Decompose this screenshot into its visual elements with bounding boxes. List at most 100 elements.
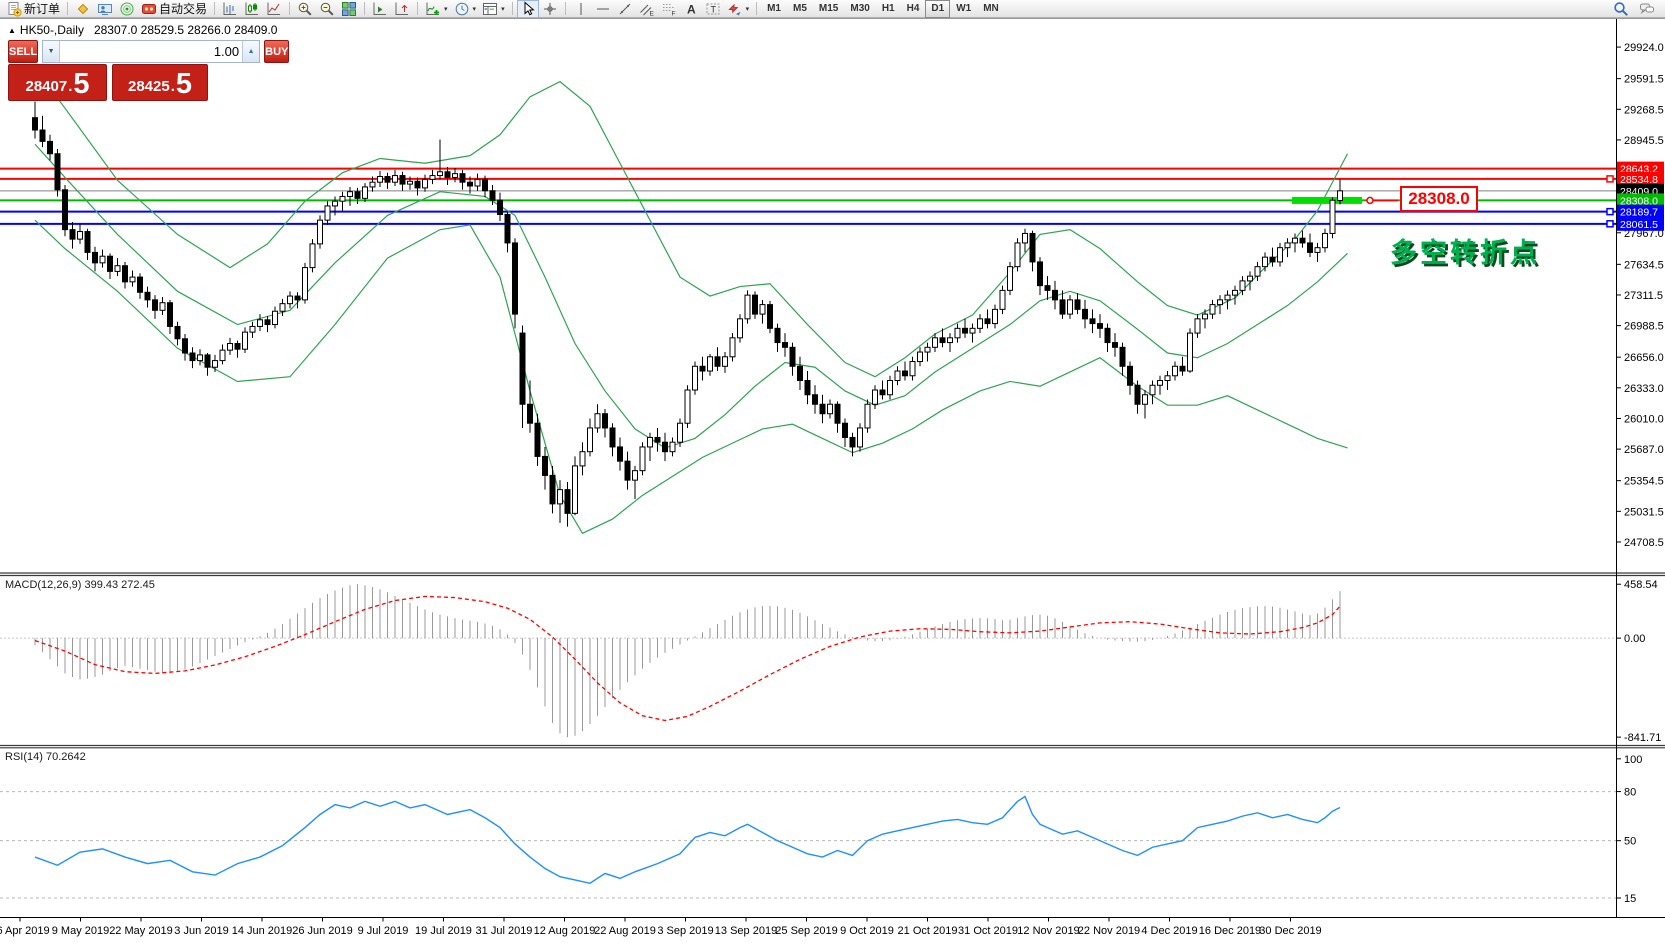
candle-body (220, 350, 225, 360)
date-tick-label: 22 Aug 2019 (594, 925, 656, 937)
candle-body (1053, 290, 1058, 299)
crosshair-button[interactable] (539, 0, 561, 18)
price-tick-label: 27634.5 (1624, 259, 1664, 271)
rsi-tick-label: 15 (1624, 893, 1636, 905)
candlestick-chart-button[interactable] (241, 0, 263, 18)
timeframe-m15-button[interactable]: M15 (813, 0, 844, 18)
candle-body (640, 447, 645, 471)
indicators-button[interactable]: ▾ (422, 0, 451, 18)
shapes-button[interactable]: ▾ (724, 0, 753, 18)
candle-body (130, 277, 135, 282)
autotrading-button[interactable]: 自动交易 (138, 0, 210, 18)
candle-body (108, 256, 113, 271)
candle-body (798, 366, 803, 380)
candle-body (948, 338, 953, 343)
timeframe-h4-button[interactable]: H4 (901, 0, 926, 18)
annotation-note[interactable]: 多空转折点 (1390, 231, 1540, 270)
tile-windows-icon (341, 1, 357, 17)
cursor-button[interactable] (517, 0, 539, 18)
zoom-in-button[interactable] (294, 0, 316, 18)
volume-increase-button[interactable]: ▲ (242, 41, 259, 62)
trendline-button[interactable] (614, 0, 636, 18)
date-tick-label: 31 Oct 2019 (958, 925, 1018, 937)
buy-button[interactable]: BUY (264, 40, 289, 63)
dropdown-caret-icon[interactable]: ▾ (444, 5, 448, 13)
trading-terminal: 新订单 自动交易 ▾ ▾ ▾ E F AT ▾ M1M5M15M30H1H4D1W1MN 2992… (0, 0, 1665, 943)
price-axis[interactable]: 29924.029591.529268.528945.527967.027634… (1607, 42, 1664, 905)
line-anchor-marker[interactable] (1607, 176, 1613, 182)
zoom-in-icon (297, 1, 313, 17)
turning-point-highlight[interactable] (1292, 197, 1362, 204)
timeframe-w1-button[interactable]: W1 (950, 0, 977, 18)
terminal-button[interactable] (94, 0, 116, 18)
candle-body (363, 187, 368, 198)
date-axis[interactable]: 26 Apr 20199 May 201922 May 20193 Jun 20… (0, 918, 1322, 938)
candle-body (708, 357, 713, 371)
candle-body (633, 471, 638, 480)
dropdown-caret-icon[interactable]: ▾ (501, 5, 505, 13)
signal-button[interactable] (116, 0, 138, 18)
date-tick-label: 16 Dec 2019 (1199, 925, 1261, 937)
sell-button[interactable]: SELL (8, 40, 38, 63)
candle-body (1128, 366, 1133, 385)
candle-body (333, 201, 338, 206)
candle-body (1240, 281, 1245, 290)
chart-canvas[interactable]: 29924.029591.529268.528945.527967.027634… (0, 0, 1665, 943)
candle-body (438, 172, 443, 176)
price-tick-label: 26010.0 (1624, 413, 1664, 425)
templates-button[interactable]: ▾ (479, 0, 508, 18)
text-label-button[interactable]: T (702, 0, 724, 18)
volume-decrease-button[interactable]: ▼ (43, 41, 60, 62)
timeframe-m30-button[interactable]: M30 (844, 0, 875, 18)
fibonacci-button[interactable]: F (658, 0, 680, 18)
chart-shift-button[interactable] (391, 0, 413, 18)
candle-body (625, 461, 630, 480)
main-price-pane (0, 68, 1616, 533)
timeframe-m5-button[interactable]: M5 (787, 0, 813, 18)
price-tick-label: 29268.5 (1624, 104, 1664, 116)
auto-scroll-button[interactable] (369, 0, 391, 18)
price-callout-label[interactable]: 28308.0 (1400, 186, 1478, 212)
candle-body (1218, 300, 1223, 305)
rsi-line (35, 796, 1340, 883)
timeframe-d1-button[interactable]: D1 (925, 0, 950, 18)
chat-button[interactable] (1636, 0, 1658, 18)
equidistant-channel-button[interactable]: E (636, 0, 658, 18)
market-depth-button[interactable] (72, 0, 94, 18)
svg-text:E: E (649, 10, 654, 17)
search-button[interactable] (1610, 0, 1632, 18)
text-button[interactable]: A (680, 0, 702, 18)
sell-price[interactable]: 28407.5 (8, 64, 107, 101)
collapse-arrow-icon[interactable]: ▲ (8, 26, 16, 35)
dropdown-caret-icon[interactable]: ▾ (473, 5, 477, 13)
dropdown-caret-icon[interactable]: ▾ (746, 5, 750, 13)
zoom-out-button[interactable] (316, 0, 338, 18)
bar-chart-button[interactable] (219, 0, 241, 18)
horizontal-line-button[interactable] (592, 0, 614, 18)
svg-text:F: F (671, 10, 675, 17)
toolbar-separator (67, 2, 68, 15)
line-anchor-marker[interactable] (1607, 221, 1613, 227)
buy-price[interactable]: 28425.5 (112, 64, 208, 101)
svg-text:A: A (687, 2, 696, 16)
vertical-line-button[interactable] (570, 0, 592, 18)
line-chart-button[interactable] (263, 0, 285, 18)
candle-body (490, 191, 495, 200)
periods-button[interactable]: ▾ (451, 0, 480, 18)
timeframe-m1-button[interactable]: M1 (761, 0, 787, 18)
timeframe-mn-button[interactable]: MN (977, 0, 1005, 18)
candle-body (528, 404, 533, 423)
candle-body (775, 328, 780, 342)
candle-body (895, 371, 900, 380)
tile-windows-button[interactable] (338, 0, 360, 18)
candle-body (1030, 233, 1035, 261)
volume-input[interactable] (60, 41, 242, 62)
timeframe-h1-button[interactable]: H1 (876, 0, 901, 18)
date-tick-label: 9 May 2019 (52, 925, 109, 937)
trendline-icon (617, 1, 633, 17)
candle-body (1150, 385, 1155, 394)
new-order-button[interactable]: 新订单 (3, 0, 63, 18)
line-anchor-marker[interactable] (1607, 209, 1613, 215)
candle-body (753, 295, 758, 314)
candle-body (580, 452, 585, 466)
